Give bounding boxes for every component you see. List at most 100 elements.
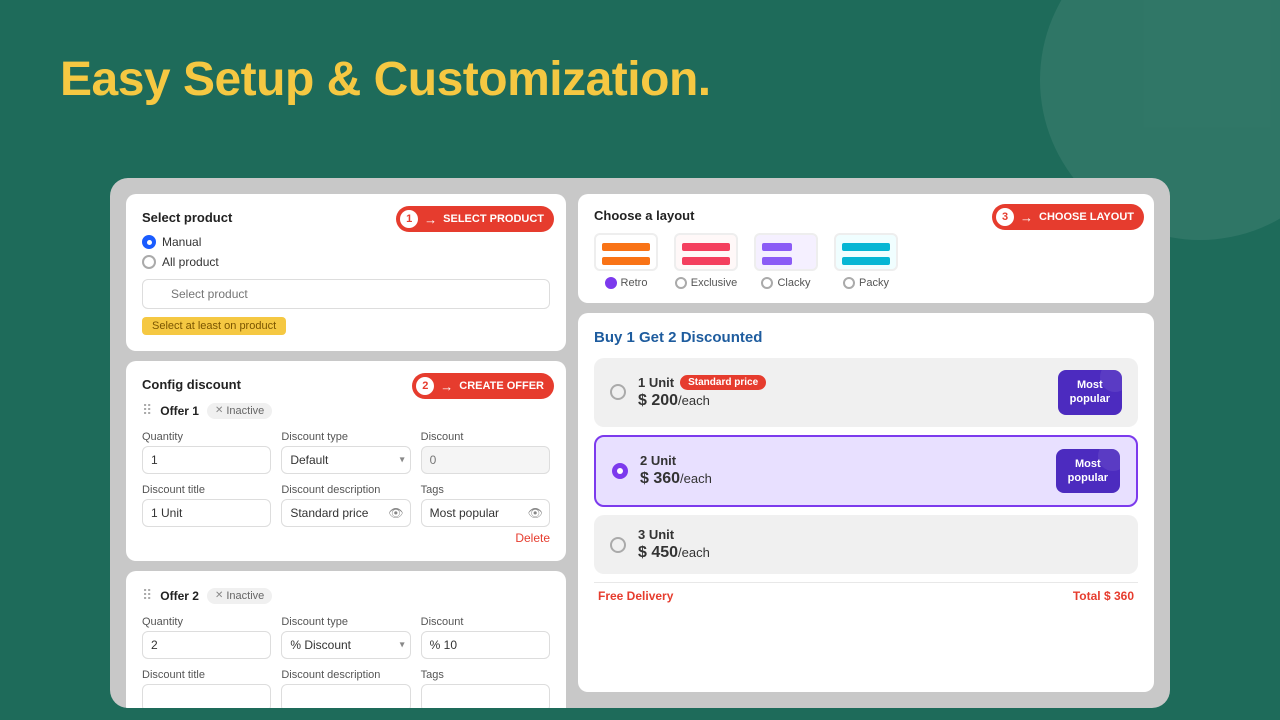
preview-offer2-radio bbox=[612, 463, 628, 479]
eye-icon-desc: 👁 bbox=[388, 506, 403, 520]
layout-option-clacky[interactable]: Clacky bbox=[754, 233, 818, 289]
excl-bar2 bbox=[682, 257, 730, 265]
offer2-title-input[interactable] bbox=[142, 684, 271, 708]
preview-offer3-price-value: $ 450 bbox=[638, 544, 678, 561]
offer2-form-bottom: Discount title Discount description Tags bbox=[142, 669, 550, 708]
step2-arrow: → bbox=[440, 379, 453, 394]
offer1-title-input[interactable] bbox=[142, 499, 271, 527]
offer2-desc-label: Discount description bbox=[281, 669, 410, 681]
offer1-inactive-badge: ✕ Inactive bbox=[207, 403, 272, 419]
layout-name-retro: Retro bbox=[621, 277, 648, 289]
clck-bar1 bbox=[762, 243, 792, 251]
step3-badge: 3 → CHOOSE LAYOUT bbox=[992, 204, 1144, 230]
layout-thumb-exclusive bbox=[674, 233, 738, 271]
preview-offer-1[interactable]: 1 Unit Standard price $ 200/each Mostpop… bbox=[594, 358, 1138, 427]
layout-option-exclusive[interactable]: Exclusive bbox=[674, 233, 738, 289]
offer1-desc-wrapper: 👁 bbox=[281, 499, 410, 527]
offer2-discount-input[interactable] bbox=[421, 631, 550, 659]
preview-offer1-unit: 1 Unit bbox=[638, 375, 674, 390]
radio-manual[interactable]: Manual bbox=[142, 235, 550, 249]
preview-offer-3[interactable]: 3 Unit $ 450/each bbox=[594, 515, 1138, 574]
offer1-tags-field: Tags 👁 bbox=[421, 484, 550, 527]
step3-label: CHOOSE LAYOUT bbox=[1039, 211, 1134, 223]
offer2-x-icon: ✕ bbox=[215, 590, 223, 601]
radio-manual-label: Manual bbox=[162, 235, 201, 249]
radio-all-label: All product bbox=[162, 255, 219, 269]
preview-offer1-price: $ 200/each bbox=[638, 392, 1046, 410]
preview-offer2-unit: 2 Unit bbox=[640, 453, 676, 468]
preview-offer3-unit: 3 Unit bbox=[638, 527, 674, 542]
preview-offer-2[interactable]: 2 Unit $ 360/each Mostpopular bbox=[594, 435, 1138, 508]
choose-layout-card: Choose a layout 3 → CHOOSE LAYOUT Retro bbox=[578, 194, 1154, 303]
product-search-input[interactable] bbox=[142, 279, 550, 309]
offer1-status: Inactive bbox=[226, 405, 264, 417]
retro-radio-row: Retro bbox=[605, 277, 648, 289]
preview-offer1-radio bbox=[610, 384, 626, 400]
preview-offer3-price: $ 450/each bbox=[638, 544, 1122, 562]
preview-offer2-price: $ 360/each bbox=[640, 470, 1044, 488]
step2-number: 2 bbox=[416, 377, 434, 395]
layout-name-packy: Packy bbox=[859, 277, 889, 289]
offer1-discount-input[interactable] bbox=[421, 446, 550, 474]
retro-bar1 bbox=[602, 243, 650, 251]
right-panel: Choose a layout 3 → CHOOSE LAYOUT Retro bbox=[578, 194, 1154, 692]
layout-thumb-clacky bbox=[754, 233, 818, 271]
layout-name-clacky: Clacky bbox=[777, 277, 810, 289]
select-product-card: Select product 1 → SELECT PRODUCT Manual… bbox=[126, 194, 566, 351]
retro-bar2 bbox=[602, 257, 650, 265]
drag-icon-offer2[interactable]: ⠿ bbox=[142, 587, 152, 604]
offer1-delete-button[interactable]: Delete bbox=[142, 531, 550, 545]
clacky-radio-row: Clacky bbox=[761, 277, 810, 289]
offer1-quantity-input[interactable] bbox=[142, 446, 271, 474]
preview-offer2-popular-badge: Mostpopular bbox=[1056, 449, 1120, 494]
left-panel: Select product 1 → SELECT PRODUCT Manual… bbox=[126, 194, 566, 692]
radio-all-product[interactable]: All product bbox=[142, 255, 550, 269]
step1-arrow: → bbox=[424, 212, 437, 227]
offer2-title-field: Discount title bbox=[142, 669, 271, 708]
offer1-desc-field: Discount description 👁 bbox=[281, 484, 410, 527]
offer2-quantity-input[interactable] bbox=[142, 631, 271, 659]
offer1-desc-label: Discount description bbox=[281, 484, 410, 496]
offer1-row: ⠿ Offer 1 ✕ Inactive bbox=[142, 402, 550, 419]
offer2-desc-input[interactable] bbox=[281, 684, 410, 708]
layout-option-retro[interactable]: Retro bbox=[594, 233, 658, 289]
layout-options: Retro Exclusive bbox=[594, 233, 1138, 289]
clck-bar2 bbox=[762, 257, 792, 265]
step1-number: 1 bbox=[400, 210, 418, 228]
offer2-discount-type-select[interactable]: % Discount bbox=[281, 631, 410, 659]
drag-icon-offer1[interactable]: ⠿ bbox=[142, 402, 152, 419]
layout-radio-clacky bbox=[761, 277, 773, 289]
offer1-tags-label: Tags bbox=[421, 484, 550, 496]
pack-bar2 bbox=[842, 257, 890, 265]
preview-offer1-per: /each bbox=[678, 393, 710, 408]
offer1-quantity-label: Quantity bbox=[142, 431, 271, 443]
offer2-quantity-label: Quantity bbox=[142, 616, 271, 628]
offer2-tags-input[interactable] bbox=[421, 684, 550, 708]
step2-badge: 2 → CREATE OFFER bbox=[412, 373, 554, 399]
step1-badge: 1 → SELECT PRODUCT bbox=[396, 206, 554, 232]
page-title: Easy Setup & Customization. bbox=[60, 52, 711, 107]
offer1-tags-wrapper: 👁 bbox=[421, 499, 550, 527]
offer1-label: Offer 1 bbox=[160, 404, 199, 418]
offer1-title-field: Discount title bbox=[142, 484, 271, 527]
offer2-discount-type-wrapper: % Discount ▾ bbox=[281, 631, 410, 659]
radio-all-circle bbox=[142, 255, 156, 269]
offer2-quantity-field: Quantity bbox=[142, 616, 271, 659]
preview-offer1-unit-row: 1 Unit Standard price bbox=[638, 375, 1046, 390]
preview-card: Buy 1 Get 2 Discounted 1 Unit Standard p… bbox=[578, 313, 1154, 692]
offer2-discount-field: Discount bbox=[421, 616, 550, 659]
offer2-row: ⠿ Offer 2 ✕ Inactive bbox=[142, 587, 550, 604]
offer2-title-label: Discount title bbox=[142, 669, 271, 681]
layout-name-exclusive: Exclusive bbox=[691, 277, 737, 289]
product-search-wrapper: 🔍 bbox=[142, 279, 550, 309]
offer2-status: Inactive bbox=[226, 590, 264, 602]
offer1-form-bottom: Discount title Discount description 👁 Ta… bbox=[142, 484, 550, 527]
step3-number: 3 bbox=[996, 208, 1014, 226]
offer1-discount-type-select[interactable]: Default bbox=[281, 446, 410, 474]
layout-option-packy[interactable]: Packy bbox=[834, 233, 898, 289]
preview-offer2-info: 2 Unit $ 360/each bbox=[640, 453, 1044, 488]
offer2-card: ⠿ Offer 2 ✕ Inactive Quantity Discount t… bbox=[126, 571, 566, 708]
layout-radio-packy bbox=[843, 277, 855, 289]
offer1-discount-field: Discount bbox=[421, 431, 550, 474]
layout-thumb-retro bbox=[594, 233, 658, 271]
